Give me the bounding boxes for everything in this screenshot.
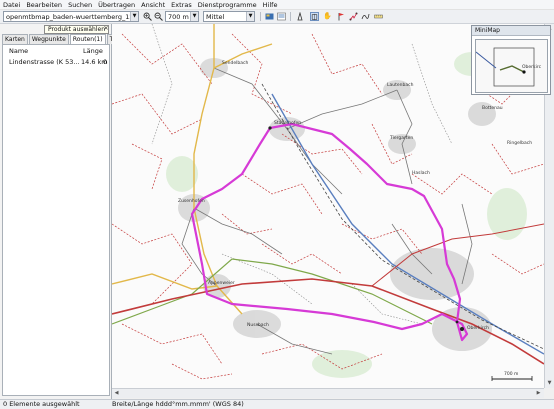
hand-icon[interactable]: ✋ (323, 12, 332, 21)
status-bar: 0 Elemente ausgewählt Breite/Länge hddd°… (0, 399, 554, 409)
pan-tool-icon[interactable] (310, 12, 319, 21)
column-header-length[interactable]: Länge (83, 47, 103, 56)
toolbar-separator (260, 12, 261, 21)
panel-tabs: Karten Wegpunkte Routen(1) Tracks (2, 34, 132, 44)
scroll-down-icon[interactable]: ▼ (545, 379, 554, 388)
detail-level-select[interactable]: Mittel ▼ (203, 11, 255, 22)
minimap-panel[interactable]: MiniMap Oberkirc (471, 25, 551, 95)
menu-suchen[interactable]: Suchen (65, 0, 95, 10)
track-tool-icon[interactable] (361, 12, 370, 21)
tab-wegpunkte[interactable]: Wegpunkte (28, 34, 69, 44)
selection-tool-icon[interactable] (296, 12, 305, 21)
route-name: Lindenstrasse (K 53... (9, 58, 80, 66)
map-label: Oberkirch (467, 325, 489, 331)
scroll-right-icon[interactable]: ▶ (534, 389, 543, 398)
scale-bar: 700 m (491, 371, 533, 381)
minimap-view[interactable]: Oberkirc (475, 39, 548, 93)
map-label: Lautenbach (387, 82, 414, 88)
product-list-icon[interactable] (277, 12, 286, 21)
toolbar: openmtbmap_baden-wuerttemberg_12.11.2010… (0, 10, 554, 24)
route-tool-icon[interactable] (349, 12, 358, 21)
menu-bearbeiten[interactable]: Bearbeiten (23, 0, 65, 10)
detail-level-value: Mittel (206, 12, 225, 21)
selection-status: 0 Elemente ausgewählt (3, 400, 80, 408)
chevron-down-icon: ▼ (246, 12, 254, 21)
minimap-drawing: Oberkirc (475, 47, 542, 87)
list-item[interactable]: Lindenstrasse (K 53... 14.6 km 0 (3, 58, 109, 67)
left-panel: Produkt auswählen ✕ Karten Wegpunkte Rou… (0, 24, 132, 400)
zoom-level-select[interactable]: 700 m ▼ (165, 11, 199, 22)
menu-bar: Datei Bearbeiten Suchen Übertragen Ansic… (0, 0, 554, 10)
horizontal-scrollbar[interactable]: ◀ ▶ (112, 388, 544, 398)
measure-tool-icon[interactable] (374, 12, 383, 21)
town-markers (268, 126, 464, 331)
map-label: Nussbach (247, 322, 269, 328)
coordinate-format: Breite/Länge hddd°mm.mmm' (WGS 84) (112, 400, 244, 408)
waypoint-tool-icon[interactable] (337, 12, 346, 21)
map-label: Zusenhofen (178, 198, 205, 204)
tab-routen[interactable]: Routen(1) (69, 34, 106, 44)
toolbar-separator (290, 12, 291, 21)
map-label: Stadelhofen (274, 120, 301, 126)
column-header-name[interactable]: Name (9, 47, 28, 56)
scale-label: 700 m (504, 371, 518, 377)
product-tooltip: Produkt auswählen (44, 25, 110, 34)
map-label: Bottenau (482, 105, 503, 111)
menu-uebertragen[interactable]: Übertragen (95, 0, 138, 10)
minimap-label: Oberkirc (522, 64, 542, 70)
map-label: Ringelbach (507, 140, 532, 146)
chevron-down-icon: ▼ (130, 12, 138, 21)
route-line (190, 122, 469, 342)
settlement-areas (178, 58, 496, 351)
menu-datei[interactable]: Datei (0, 0, 23, 10)
minimap-title: MiniMap (472, 26, 550, 36)
menu-dienstprogramme[interactable]: Dienstprogramme (195, 0, 260, 10)
route-list: Name Länge Lindenstrasse (K 53... 14.6 k… (2, 44, 110, 396)
list-header: Name Länge (3, 47, 109, 56)
zoom-level-value: 700 m (168, 12, 189, 21)
close-icon[interactable]: ✕ (102, 25, 110, 33)
map-product-value: openmtbmap_baden-wuerttemberg_12.11.2010 (6, 12, 138, 21)
scroll-left-icon[interactable]: ◀ (112, 389, 121, 398)
menu-hilfe[interactable]: Hilfe (260, 0, 281, 10)
zoom-in-icon[interactable] (143, 12, 152, 21)
map-product-select[interactable]: openmtbmap_baden-wuerttemberg_12.11.2010… (3, 11, 139, 22)
map-label: Sendelbach (222, 60, 248, 66)
chevron-down-icon: ▼ (190, 12, 198, 21)
minor-roads (181, 67, 473, 355)
menu-ansicht[interactable]: Ansicht (138, 0, 168, 10)
route-extra: 0 (103, 58, 108, 66)
tab-karten[interactable]: Karten (2, 34, 28, 44)
map-product-icon[interactable] (265, 12, 274, 21)
map-label: Haslach (412, 170, 430, 176)
zoom-out-icon[interactable] (154, 12, 163, 21)
map-label: Tiergarten (389, 135, 413, 141)
map-label: Appenweier (208, 280, 235, 286)
menu-extras[interactable]: Extras (168, 0, 195, 10)
